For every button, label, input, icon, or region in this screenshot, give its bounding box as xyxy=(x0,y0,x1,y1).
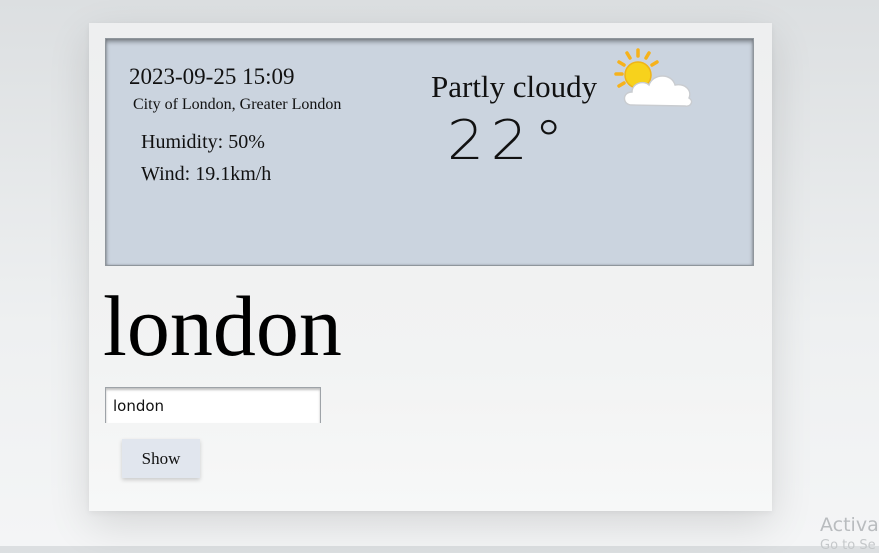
show-button[interactable]: Show xyxy=(122,439,200,478)
weather-condition: Partly cloudy xyxy=(431,69,598,104)
temperature-value: 22° xyxy=(447,109,570,172)
city-search-input[interactable] xyxy=(105,387,321,423)
humidity-text: Humidity: 50% xyxy=(141,131,265,153)
weather-location: City of London, Greater London xyxy=(133,96,342,113)
city-title: london xyxy=(103,278,342,374)
partly-cloudy-icon xyxy=(614,48,693,107)
weather-card: 2023-09-25 15:09 City of London, Greater… xyxy=(89,23,772,511)
activation-watermark: Activat xyxy=(820,514,879,536)
weather-datetime: 2023-09-25 15:09 xyxy=(129,64,295,89)
wind-text: Wind: 19.1km/h xyxy=(141,163,272,185)
weather-panel: 2023-09-25 15:09 City of London, Greater… xyxy=(105,38,754,266)
